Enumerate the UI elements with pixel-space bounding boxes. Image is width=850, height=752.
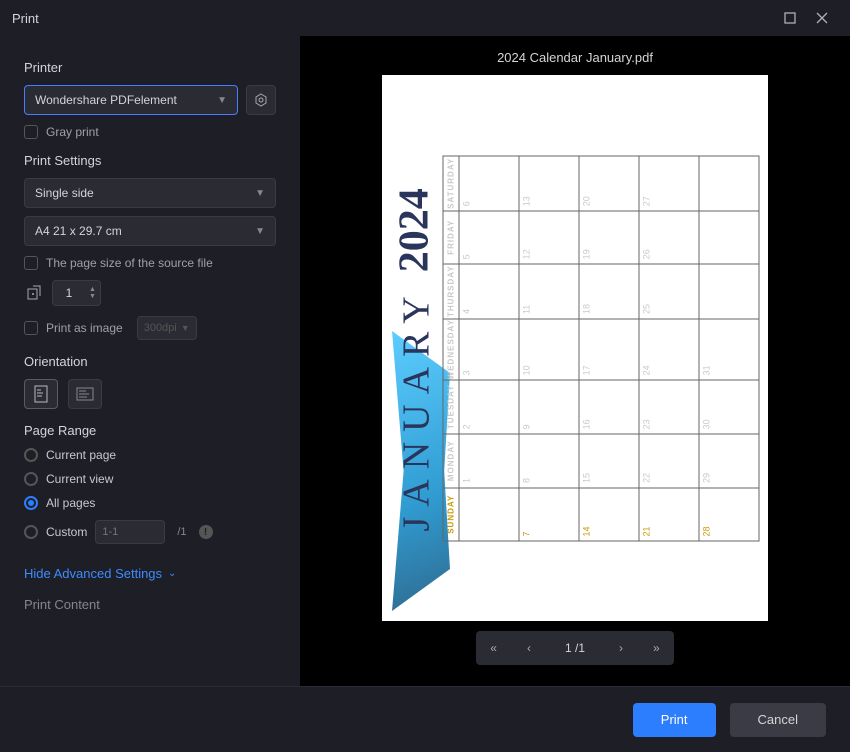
print-as-image-label: Print as image [46,321,123,335]
chevron-down-icon: ▼ [181,323,190,333]
page-preview: JANUARY 2024 SUNDAYMONDAYTUESDAYWEDNESDA… [382,75,768,621]
orientation-portrait-button[interactable] [24,379,58,409]
calendar-day-header: SUNDAY [443,487,459,540]
calendar-cell: 24 [639,318,699,379]
custom-range-input[interactable] [95,520,165,544]
orientation-label: Orientation [24,354,276,369]
gray-print-checkbox[interactable] [24,125,38,139]
calendar-cell [699,263,759,318]
preview-panel: 2024 Calendar January.pdf JANUARY 2024 S… [300,36,850,686]
calendar-cell: 21 [639,487,699,540]
pager-next-button[interactable]: › [613,641,629,655]
calendar-cell: 10 [519,318,579,379]
document-filename: 2024 Calendar January.pdf [497,50,653,65]
calendar-cell: 30 [699,379,759,433]
calendar-day-header: TUESDAY [443,379,459,433]
calendar-cell: 25 [639,263,699,318]
calendar-year: 2024 [391,188,439,272]
calendar-cell: 17 [579,318,639,379]
calendar-day-header: WEDNESDAY [443,318,459,379]
calendar-cell: 28 [699,487,759,540]
titlebar: Print [0,0,850,36]
radio-current-page[interactable] [24,448,38,462]
close-button[interactable] [806,4,838,32]
calendar-cell: 12 [519,210,579,263]
pager-last-button[interactable]: » [647,641,666,655]
calendar-grid: SUNDAYMONDAYTUESDAYWEDNESDAYTHURSDAYFRID… [443,155,760,541]
radio-custom[interactable] [24,525,38,539]
copies-spinner[interactable]: ▲▼ [52,280,101,306]
cancel-button[interactable]: Cancel [730,703,826,737]
calendar-cell [699,210,759,263]
calendar-month: JANUARY [395,286,439,531]
pager-prev-button[interactable]: ‹ [521,641,537,655]
duplex-select[interactable]: Single side ▼ [24,178,276,208]
pager-info: 1 /1 [555,641,595,655]
pager-first-button[interactable]: « [484,641,503,655]
calendar-cell: 15 [579,433,639,487]
copies-input[interactable] [53,281,85,305]
calendar-cell: 27 [639,156,699,211]
calendar-day-header: SATURDAY [443,156,459,211]
source-size-label: The page size of the source file [46,256,213,270]
calendar-cell: 23 [639,379,699,433]
calendar-cell: 6 [459,156,519,211]
calendar-day-header: MONDAY [443,433,459,487]
calendar-cell: 18 [579,263,639,318]
info-icon[interactable]: ! [199,525,213,539]
copies-up[interactable]: ▲ [89,286,96,293]
page-navigator: « ‹ 1 /1 › » [476,631,673,665]
printer-label: Printer [24,60,276,75]
copies-down[interactable]: ▼ [89,293,96,300]
calendar-cell: 8 [519,433,579,487]
radio-current-view[interactable] [24,472,38,486]
calendar-cell: 22 [639,433,699,487]
dpi-select[interactable]: 300dpi ▼ [137,316,197,340]
printer-properties-button[interactable] [246,85,276,115]
calendar-cell: 19 [579,210,639,263]
calendar-cell: 9 [519,379,579,433]
calendar-cell: 20 [579,156,639,211]
chevron-down-icon: ▼ [255,188,265,199]
calendar-day-header: FRIDAY [443,210,459,263]
calendar-cell: 13 [519,156,579,211]
print-content-label: Print Content [24,597,276,612]
window-title: Print [12,11,774,26]
gray-print-label: Gray print [46,125,99,139]
chevron-down-icon: ▼ [255,226,265,237]
calendar-cell: 14 [579,487,639,540]
advanced-settings-toggle[interactable]: Hide Advanced Settings ⌄ [24,566,276,581]
orientation-landscape-button[interactable] [68,379,102,409]
paper-size-select[interactable]: A4 21 x 29.7 cm ▼ [24,216,276,246]
chevron-down-icon: ▼ [217,95,227,106]
calendar-cell [459,487,519,540]
maximize-button[interactable] [774,4,806,32]
source-size-checkbox[interactable] [24,256,38,270]
page-range-label: Page Range [24,423,276,438]
calendar-cell: 5 [459,210,519,263]
chevron-down-icon: ⌄ [168,568,176,579]
calendar-cell [699,156,759,211]
calendar-cell: 2 [459,379,519,433]
calendar-cell: 16 [579,379,639,433]
print-settings-label: Print Settings [24,153,276,168]
print-as-image-checkbox[interactable] [24,321,38,335]
calendar-cell: 29 [699,433,759,487]
calendar-cell: 7 [519,487,579,540]
calendar-cell: 11 [519,263,579,318]
print-button[interactable]: Print [633,703,716,737]
copies-icon [24,283,44,303]
printer-select[interactable]: Wondershare PDFelement ▼ [24,85,238,115]
calendar-cell: 1 [459,433,519,487]
settings-panel: Printer Wondershare PDFelement ▼ Gray pr… [0,36,300,686]
calendar-cell: 31 [699,318,759,379]
calendar-day-header: THURSDAY [443,263,459,318]
calendar-cell: 3 [459,318,519,379]
dialog-footer: Print Cancel [0,686,850,752]
calendar-cell: 4 [459,263,519,318]
calendar-cell: 26 [639,210,699,263]
radio-all-pages[interactable] [24,496,38,510]
